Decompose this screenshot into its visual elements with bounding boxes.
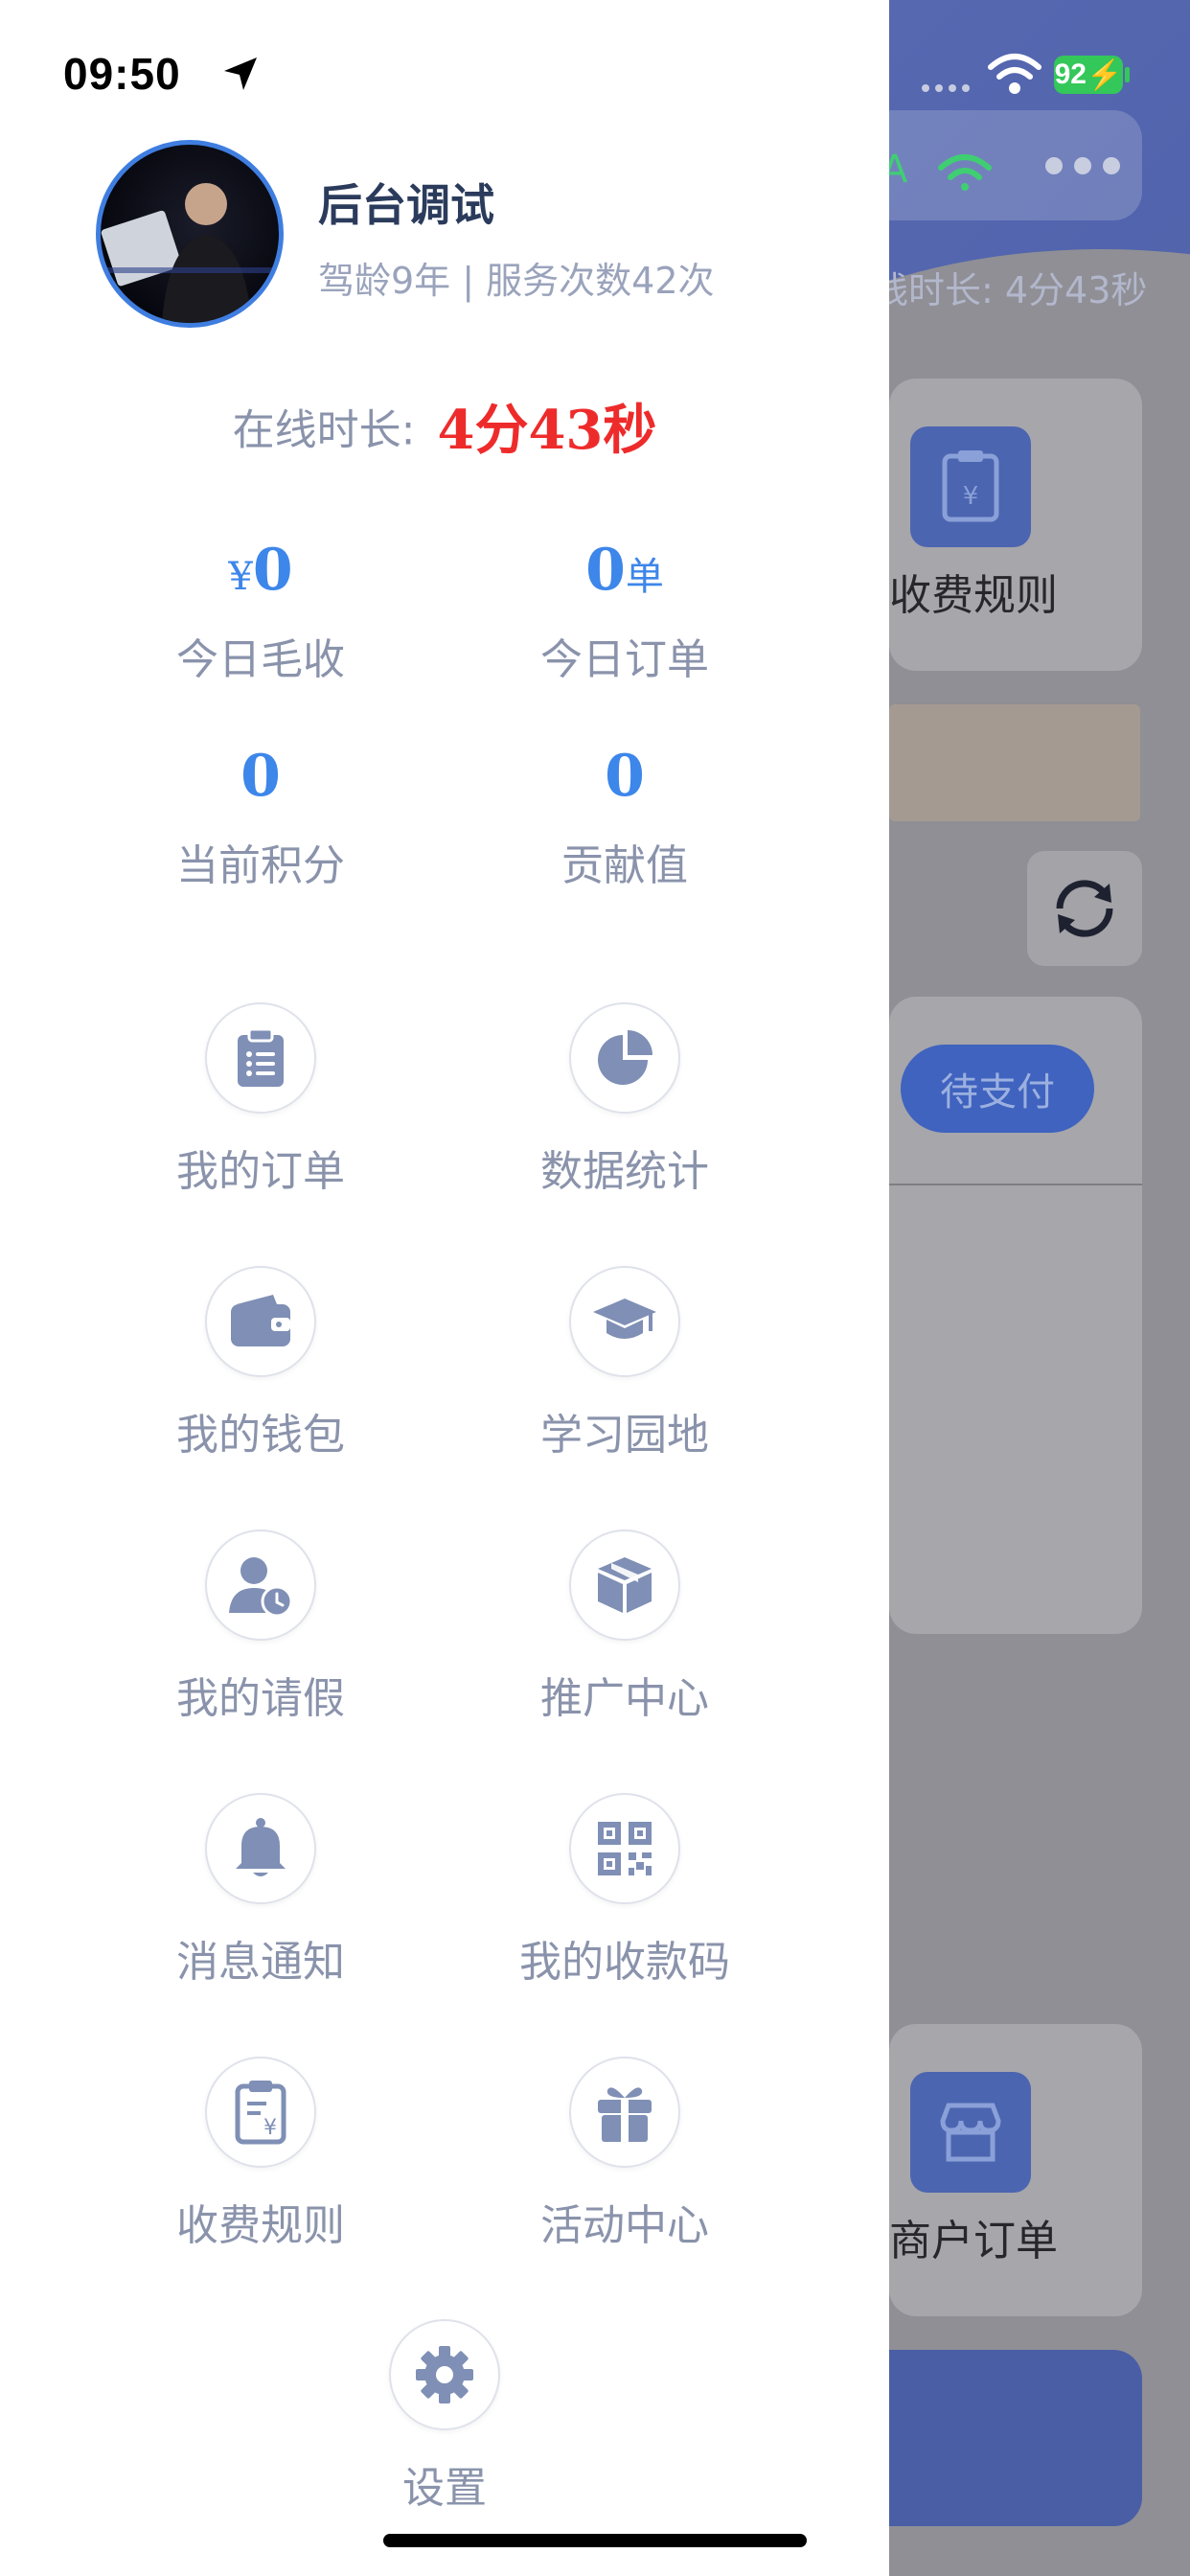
stat-today-orders[interactable]: 0单 今日订单 [443, 537, 807, 686]
user-clock-icon [205, 1530, 316, 1641]
pending-payment-button[interactable]: 待支付 [901, 1045, 1094, 1133]
gift-icon [569, 2057, 680, 2168]
stat-label: 当前积分 [176, 841, 345, 890]
stat-unit: 单 [625, 555, 664, 599]
currency-symbol: ¥ [228, 555, 253, 599]
wifi-status-icon [988, 54, 1041, 94]
menu-label: 消息通知 [176, 1938, 345, 1987]
wallet-icon [205, 1266, 316, 1377]
status-time: 09:50 [63, 49, 181, 99]
refresh-icon [1056, 880, 1113, 937]
background-notice-bar [889, 704, 1140, 821]
stat-value: 0 [252, 537, 293, 604]
cellular-signal-icon [922, 84, 970, 92]
pie-chart-icon [569, 1002, 680, 1114]
location-arrow-icon [224, 58, 257, 90]
menu-label: 学习园地 [540, 1411, 709, 1460]
stat-contribution[interactable]: 0 贡献值 [443, 743, 807, 892]
background-fee-label: 收费规则 [889, 571, 1058, 620]
fee-rules-icon: ¥ [910, 426, 1031, 547]
online-duration: 在线时长: 4分43秒 [0, 387, 889, 465]
graduation-cap-icon [569, 1266, 680, 1377]
menu-learning[interactable]: 学习园地 [443, 1266, 807, 1461]
battery-level: 92 [1054, 58, 1087, 90]
online-duration-value: 4分43秒 [437, 399, 657, 462]
menu-payment-qr[interactable]: 我的收款码 [443, 1793, 807, 1989]
menu-notifications[interactable]: 消息通知 [79, 1793, 443, 1989]
svg-text:¥: ¥ [263, 2116, 277, 2140]
background-top-pill: A [862, 110, 1142, 220]
wifi-icon [938, 154, 992, 191]
menu-promotion[interactable]: 推广中心 [443, 1530, 807, 1725]
avatar[interactable] [96, 140, 284, 328]
stat-value: 0 [240, 743, 281, 810]
menu-label: 活动中心 [540, 2201, 709, 2250]
stat-current-points[interactable]: 0 当前积分 [79, 743, 443, 892]
menu-my-wallet[interactable]: 我的钱包 [79, 1266, 443, 1461]
menu-my-leave[interactable]: 我的请假 [79, 1530, 443, 1725]
stat-label: 今日毛收 [176, 635, 345, 684]
background-divider [889, 1184, 1142, 1185]
side-drawer: 后台调试 驾龄9年 | 服务次数42次 在线时长: 4分43秒 ¥0 今日毛收 … [0, 0, 889, 2576]
stat-label: 今日订单 [540, 635, 709, 684]
fee-document-icon: ¥ [205, 2057, 316, 2168]
stat-today-revenue[interactable]: ¥0 今日毛收 [79, 537, 443, 686]
gear-icon [389, 2319, 500, 2430]
qr-code-icon [569, 1793, 680, 1904]
menu-label: 收费规则 [176, 2201, 345, 2250]
menu-my-orders[interactable]: 我的订单 [79, 1002, 443, 1198]
user-subtitle: 驾龄9年 | 服务次数42次 [318, 260, 715, 302]
menu-label: 我的订单 [176, 1147, 345, 1196]
battery-indicator: 92 ⚡ [1054, 56, 1123, 94]
background-merchant-card[interactable]: 商户订单 [889, 2024, 1142, 2316]
refresh-button[interactable] [1027, 851, 1142, 966]
menu-settings[interactable]: 设置 [263, 2319, 627, 2515]
bell-icon [205, 1793, 316, 1904]
box-icon [569, 1530, 680, 1641]
stat-value: 0 [585, 537, 626, 604]
menu-data-statistics[interactable]: 数据统计 [443, 1002, 807, 1198]
menu-label: 推广中心 [540, 1674, 709, 1723]
menu-fee-rules[interactable]: ¥ 收费规则 [79, 2057, 443, 2252]
store-icon [910, 2072, 1031, 2193]
battery-tip [1125, 67, 1130, 82]
menu-label: 数据统计 [540, 1147, 709, 1196]
background-online-text: 线时长: 4分43秒 [872, 269, 1148, 311]
menu-label: 我的钱包 [176, 1411, 345, 1460]
svg-text:¥: ¥ [963, 482, 979, 511]
user-name: 后台调试 [318, 179, 494, 231]
online-duration-label: 在线时长: [232, 405, 416, 455]
menu-activity-center[interactable]: 活动中心 [443, 2057, 807, 2252]
clipboard-list-icon [205, 1002, 316, 1114]
stat-value: 0 [605, 743, 645, 810]
more-dots-icon [1045, 157, 1120, 174]
stat-label: 贡献值 [561, 841, 688, 890]
menu-label: 我的收款码 [519, 1938, 730, 1987]
menu-label: 设置 [402, 2464, 487, 2513]
background-merchant-label: 商户订单 [889, 2217, 1058, 2266]
menu-label: 我的请假 [176, 1674, 345, 1723]
home-indicator[interactable] [383, 2534, 807, 2547]
background-fee-card[interactable]: ¥ 收费规则 [889, 379, 1142, 671]
